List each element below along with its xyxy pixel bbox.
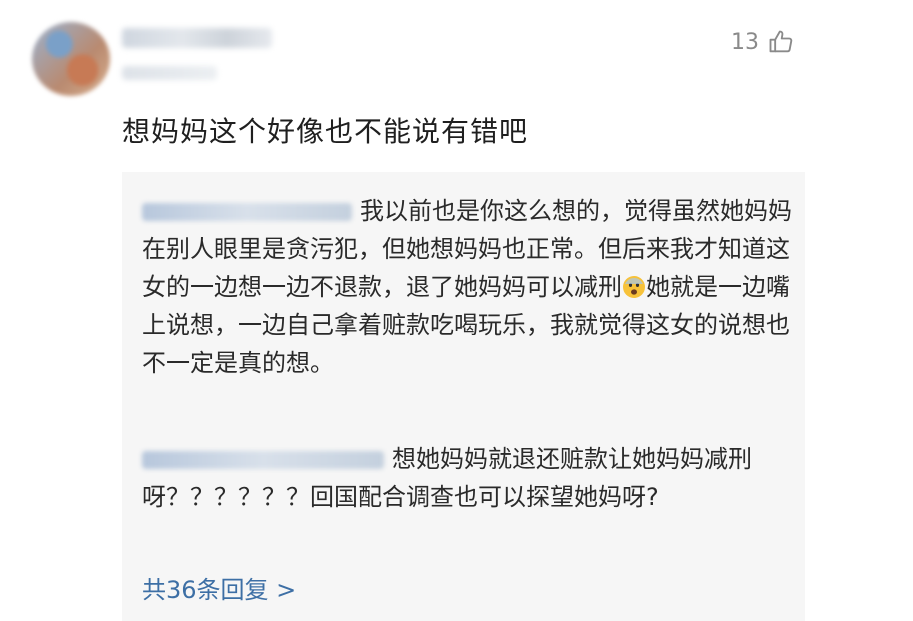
like-button[interactable]: 13: [731, 28, 795, 56]
reply-username[interactable]: [142, 203, 352, 221]
fearful-face-emoji-icon: [623, 276, 645, 298]
commenter-username[interactable]: [122, 28, 272, 48]
replies-container: 我以前也是你这么想的，觉得虽然她妈妈在别人眼里是贪污犯，但她想妈妈也正常。但后来…: [122, 172, 805, 621]
comment-text: 想妈妈这个好像也不能说有错吧: [122, 115, 529, 148]
reply-item[interactable]: 我以前也是你这么想的，觉得虽然她妈妈在别人眼里是贪污犯，但她想妈妈也正常。但后来…: [142, 192, 792, 382]
reply-username[interactable]: [142, 451, 384, 469]
reply-item[interactable]: 想她妈妈就退还赃款让她妈妈减刑呀？？？？？？回国配合调查也可以探望她妈呀?: [142, 440, 792, 516]
view-more-replies-link[interactable]: 共36条回复 >: [142, 570, 296, 605]
comment-meta: [122, 66, 217, 80]
comment-avatar[interactable]: [32, 22, 110, 96]
like-count: 13: [731, 29, 759, 55]
thumbs-up-icon: [769, 30, 793, 53]
